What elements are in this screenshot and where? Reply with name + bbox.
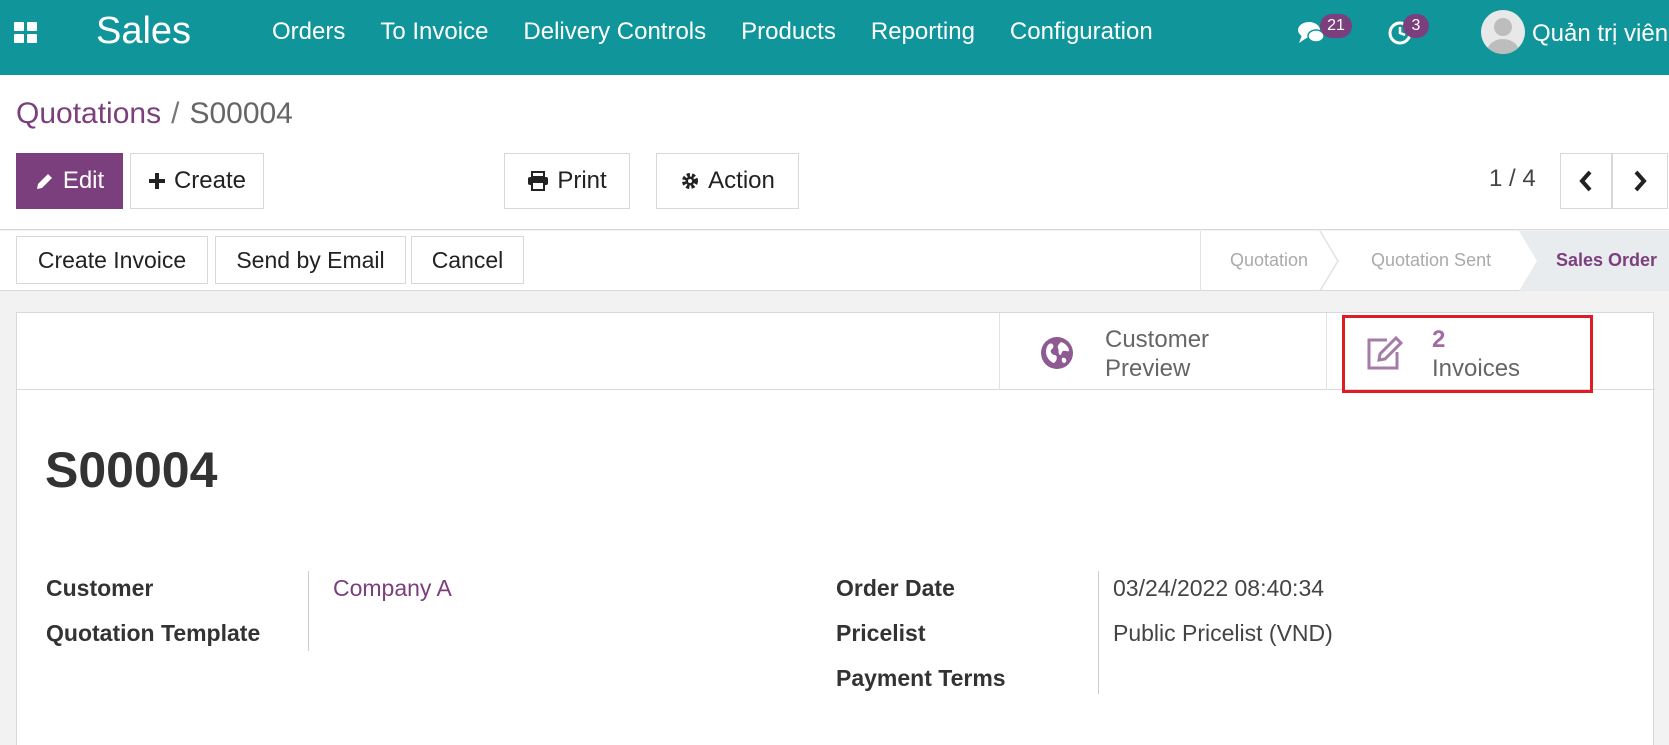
menu-products[interactable]: Products (741, 18, 836, 46)
breadcrumb-quotations[interactable]: Quotations (16, 97, 161, 130)
gear-icon (682, 173, 699, 189)
messages-badge: 21 (1320, 14, 1352, 38)
stage-arrow-divider (1319, 231, 1339, 291)
customer-preview-label: Customer Preview (1105, 325, 1209, 383)
order-date-value: 03/24/2022 08:40:34 (1113, 575, 1325, 601)
breadcrumb: Quotations / S00004 (16, 97, 293, 131)
record-title: S00004 (45, 442, 218, 498)
apps-menu-icon[interactable] (14, 22, 40, 44)
chevron-left-icon (1579, 170, 1592, 192)
create-button[interactable]: Create (130, 153, 264, 209)
create-button-label: Create (173, 167, 247, 194)
menu-configuration[interactable]: Configuration (1010, 18, 1153, 46)
action-button-label: Action (708, 167, 775, 194)
plus-icon (148, 173, 165, 189)
payment-terms-label: Payment Terms (836, 665, 1006, 691)
customer-preview-line2: Preview (1105, 355, 1191, 382)
form-sheet: Customer Preview 2 Invoices S00004 Custo… (16, 312, 1655, 745)
pricelist-value: Public Pricelist (VND) (1113, 620, 1333, 646)
statusbar: Create Invoice Send by Email Cancel Quot… (0, 231, 1669, 291)
menu-reporting[interactable]: Reporting (871, 18, 975, 46)
main-menu: Orders To Invoice Delivery Controls Prod… (272, 18, 1188, 46)
customer-value[interactable]: Company A (333, 575, 452, 602)
customer-preview-line1: Customer (1105, 326, 1210, 353)
pager-value: 1 / 4 (1489, 165, 1536, 192)
pager-previous-button[interactable] (1560, 153, 1612, 209)
customer-preview-button[interactable]: Customer Preview (999, 313, 1326, 390)
pricelist-label: Pricelist (836, 620, 926, 646)
menu-orders[interactable]: Orders (272, 18, 345, 46)
print-button-label: Print (557, 167, 607, 194)
stage-quotation[interactable]: Quotation (1230, 250, 1308, 271)
field-divider-right (1098, 571, 1099, 694)
send-by-email-button[interactable]: Send by Email (215, 236, 406, 284)
menu-to-invoice[interactable]: To Invoice (380, 18, 488, 46)
field-divider-left (308, 571, 309, 651)
globe-icon (1041, 337, 1073, 369)
user-name[interactable]: Quản trị viên (1532, 20, 1668, 48)
action-button[interactable]: Action (656, 153, 799, 209)
create-invoice-button[interactable]: Create Invoice (16, 236, 208, 284)
menu-delivery-controls[interactable]: Delivery Controls (523, 18, 706, 46)
breadcrumb-separator: / (171, 97, 180, 130)
control-panel: Quotations / S00004 Edit Create Print Acti… (0, 75, 1669, 230)
app-brand[interactable]: Sales (96, 10, 191, 53)
top-navbar: Sales Orders To Invoice Delivery Control… (0, 0, 1669, 75)
stage-sales-order[interactable]: Sales Order (1556, 250, 1657, 271)
stage-quotation-sent[interactable]: Quotation Sent (1371, 250, 1491, 271)
printer-icon (528, 171, 549, 191)
order-date-label: Order Date (836, 575, 955, 601)
edit-button[interactable]: Edit (16, 153, 123, 209)
chevron-right-icon (1634, 170, 1647, 192)
invoices-highlight-box (1342, 315, 1593, 393)
edit-button-label: Edit (62, 167, 105, 194)
user-avatar[interactable] (1481, 10, 1525, 54)
activities-badge: 3 (1403, 14, 1429, 38)
quotation-template-label: Quotation Template (46, 620, 261, 646)
print-button[interactable]: Print (504, 153, 630, 209)
pager-next-button[interactable] (1612, 153, 1668, 209)
breadcrumb-current: S00004 (189, 97, 293, 130)
customer-label: Customer (46, 575, 154, 601)
pencil-icon (36, 174, 52, 189)
cancel-button[interactable]: Cancel (411, 236, 524, 284)
